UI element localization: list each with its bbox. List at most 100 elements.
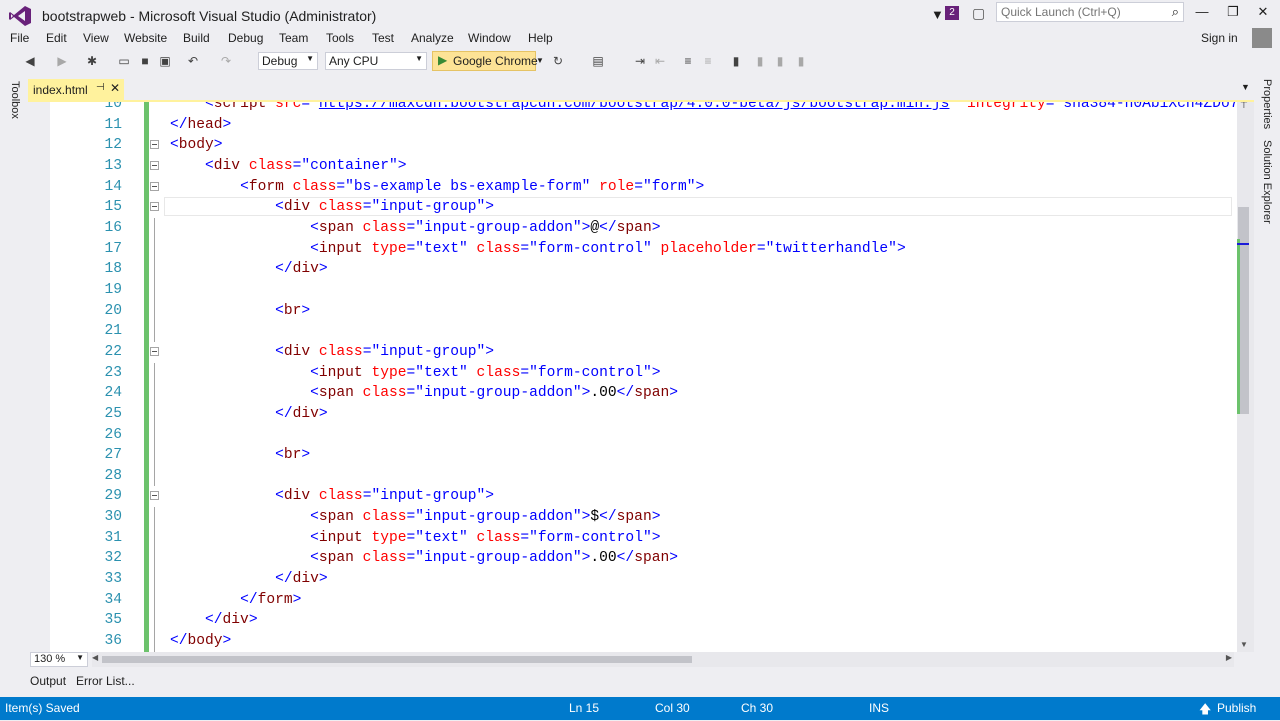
code-line[interactable]: 32 <span class="input-group-addon">.00</… (50, 548, 1238, 570)
code-line[interactable]: 12 <body> (50, 135, 1238, 156)
bookmark-icon[interactable]: ▮ (728, 53, 744, 69)
tab-output[interactable]: Output (30, 674, 66, 688)
menu-edit[interactable]: Edit (46, 31, 67, 45)
restore-icon[interactable]: ❐ (1222, 4, 1244, 22)
configuration-select[interactable]: Debug ▼ (258, 52, 318, 70)
close-icon[interactable]: ✕ (1252, 4, 1274, 22)
redo-icon[interactable]: ↷ (218, 53, 234, 69)
forward-icon[interactable]: ▶ (54, 53, 70, 69)
menu-view[interactable]: View (83, 31, 109, 45)
platform-select[interactable]: Any CPU ▼ (325, 52, 427, 70)
code-line[interactable]: 21 (50, 321, 1238, 342)
horizontal-scrollbar[interactable]: ◀ ▶ (92, 652, 1234, 667)
code-line[interactable]: 22 <div class="input-group"> (50, 341, 1238, 363)
refresh-icon[interactable]: ↻ (550, 53, 566, 69)
pin-icon[interactable]: ⊣ (96, 82, 105, 93)
code-line[interactable]: 36 </body> (50, 631, 1238, 652)
menu-team[interactable]: Team (279, 31, 308, 45)
new-project-icon[interactable]: ✱ (84, 53, 100, 69)
menu-test[interactable]: Test (372, 31, 394, 45)
code-line[interactable]: 14 <form class="bs-example bs-example-fo… (50, 176, 1238, 198)
open-icon[interactable]: ▭ (116, 53, 132, 69)
step-over-icon[interactable]: ⇤ (652, 53, 668, 69)
run-target-dropdown[interactable]: ▼ (536, 51, 546, 71)
code-line[interactable]: 13 <div class="container"> (50, 155, 1238, 177)
quick-launch-input[interactable] (1001, 5, 1161, 19)
scroll-right-icon[interactable]: ▶ (1226, 653, 1232, 662)
feedback-icon[interactable]: ▢ (972, 5, 985, 22)
collapse-icon[interactable] (150, 140, 159, 150)
change-bar (144, 569, 149, 590)
publish-button[interactable]: Publish (1217, 701, 1256, 715)
tab-error-list[interactable]: Error List... (76, 674, 135, 688)
code-line[interactable]: 15 <div class="input-group"> (50, 197, 1238, 218)
splitter-icon[interactable]: ⊤ (1240, 102, 1248, 111)
menu-window[interactable]: Window (468, 31, 511, 45)
find-icon[interactable]: ▤ (590, 53, 606, 69)
code-token: > (485, 488, 495, 505)
back-icon[interactable]: ◀ (22, 53, 38, 69)
code-line[interactable]: 31 <input type="text" class="form-contro… (50, 527, 1238, 549)
collapse-icon[interactable] (150, 181, 159, 191)
collapse-icon[interactable] (150, 160, 159, 170)
menu-help[interactable]: Help (528, 31, 553, 45)
properties-tab[interactable]: Properties (1261, 79, 1273, 129)
code-line[interactable]: 27 <br> (50, 445, 1238, 466)
code-line[interactable]: 10 <script src="https://maxcdn.bootstrap… (50, 102, 1254, 115)
scrollbar-thumb[interactable] (102, 656, 692, 663)
scroll-left-icon[interactable]: ◀ (92, 653, 98, 662)
tab-list-dropdown[interactable]: ▼ (1241, 82, 1250, 92)
sign-in-link[interactable]: Sign in (1201, 31, 1238, 45)
line-number: 18 (104, 261, 122, 278)
code-line[interactable]: 20 <br> (50, 300, 1238, 322)
collapse-icon[interactable] (150, 202, 159, 212)
toolbox-tab[interactable]: Toolbox (9, 81, 21, 119)
change-bar (144, 102, 149, 115)
code-editor[interactable]: 10 <script src="https://maxcdn.bootstrap… (28, 102, 1254, 652)
comment-icon[interactable]: ≡ (680, 53, 696, 69)
code-line[interactable]: 24 <span class="input-group-addon">.00</… (50, 383, 1238, 404)
code-line[interactable]: 16 <span class="input-group-addon">@</sp… (50, 217, 1238, 239)
tab-index-html[interactable]: index.html ⊣ ✕ (28, 79, 124, 100)
code-token: </ (275, 571, 293, 588)
menu-website[interactable]: Website (124, 31, 167, 45)
code-line[interactable]: 17 <input type="text" class="form-contro… (50, 238, 1238, 260)
code-token: > (651, 509, 661, 526)
code-line[interactable]: 34 </form> (50, 589, 1238, 611)
next-bookmark-icon[interactable]: ▮ (772, 53, 788, 69)
solution-explorer-tab[interactable]: Solution Explorer (1261, 140, 1273, 224)
undo-icon[interactable]: ↶ (185, 53, 201, 69)
code-line[interactable]: 29 <div class="input-group"> (50, 486, 1238, 508)
uncomment-icon[interactable]: ≡ (700, 53, 716, 69)
close-icon[interactable]: ✕ (110, 81, 120, 95)
menu-analyze[interactable]: Analyze (411, 31, 454, 45)
save-all-icon[interactable]: ▣ (157, 53, 173, 69)
save-icon[interactable]: ■ (137, 53, 153, 69)
menu-build[interactable]: Build (183, 31, 210, 45)
prev-bookmark-icon[interactable]: ▮ (752, 53, 768, 69)
menu-debug[interactable]: Debug (228, 31, 263, 45)
minimize-icon[interactable]: — (1191, 4, 1213, 22)
code-line[interactable]: 33 </div> (50, 569, 1238, 590)
clear-bookmarks-icon[interactable]: ▮ (793, 53, 809, 69)
code-line[interactable]: 26 (50, 424, 1238, 446)
collapse-icon[interactable] (150, 346, 159, 356)
zoom-select[interactable]: 130 % ▼ (30, 652, 88, 667)
code-line[interactable]: 19 (50, 279, 1238, 301)
account-icon[interactable] (1252, 28, 1272, 48)
collapse-icon[interactable] (150, 491, 159, 501)
code-line[interactable]: 11 </head> (50, 114, 1238, 136)
scroll-down-icon[interactable]: ▼ (1240, 640, 1248, 649)
step-icon[interactable]: ⇥ (632, 53, 648, 69)
code-line[interactable]: 25 </div> (50, 403, 1238, 425)
menu-file[interactable]: File (10, 31, 29, 45)
code-line[interactable]: 35 </div> (50, 610, 1238, 632)
code-line[interactable]: 23 <input type="text" class="form-contro… (50, 362, 1238, 384)
start-debugging-button[interactable]: ▶ Google Chrome (432, 51, 538, 71)
code-line[interactable]: 28 (50, 465, 1238, 487)
menu-tools[interactable]: Tools (326, 31, 354, 45)
notifications-button[interactable]: ▼ 2 (931, 5, 963, 23)
code-line[interactable]: 18 </div> (50, 259, 1238, 280)
quick-launch-box[interactable]: ⌕ (996, 2, 1184, 22)
code-line[interactable]: 30 <span class="input-group-addon">$</sp… (50, 507, 1238, 528)
